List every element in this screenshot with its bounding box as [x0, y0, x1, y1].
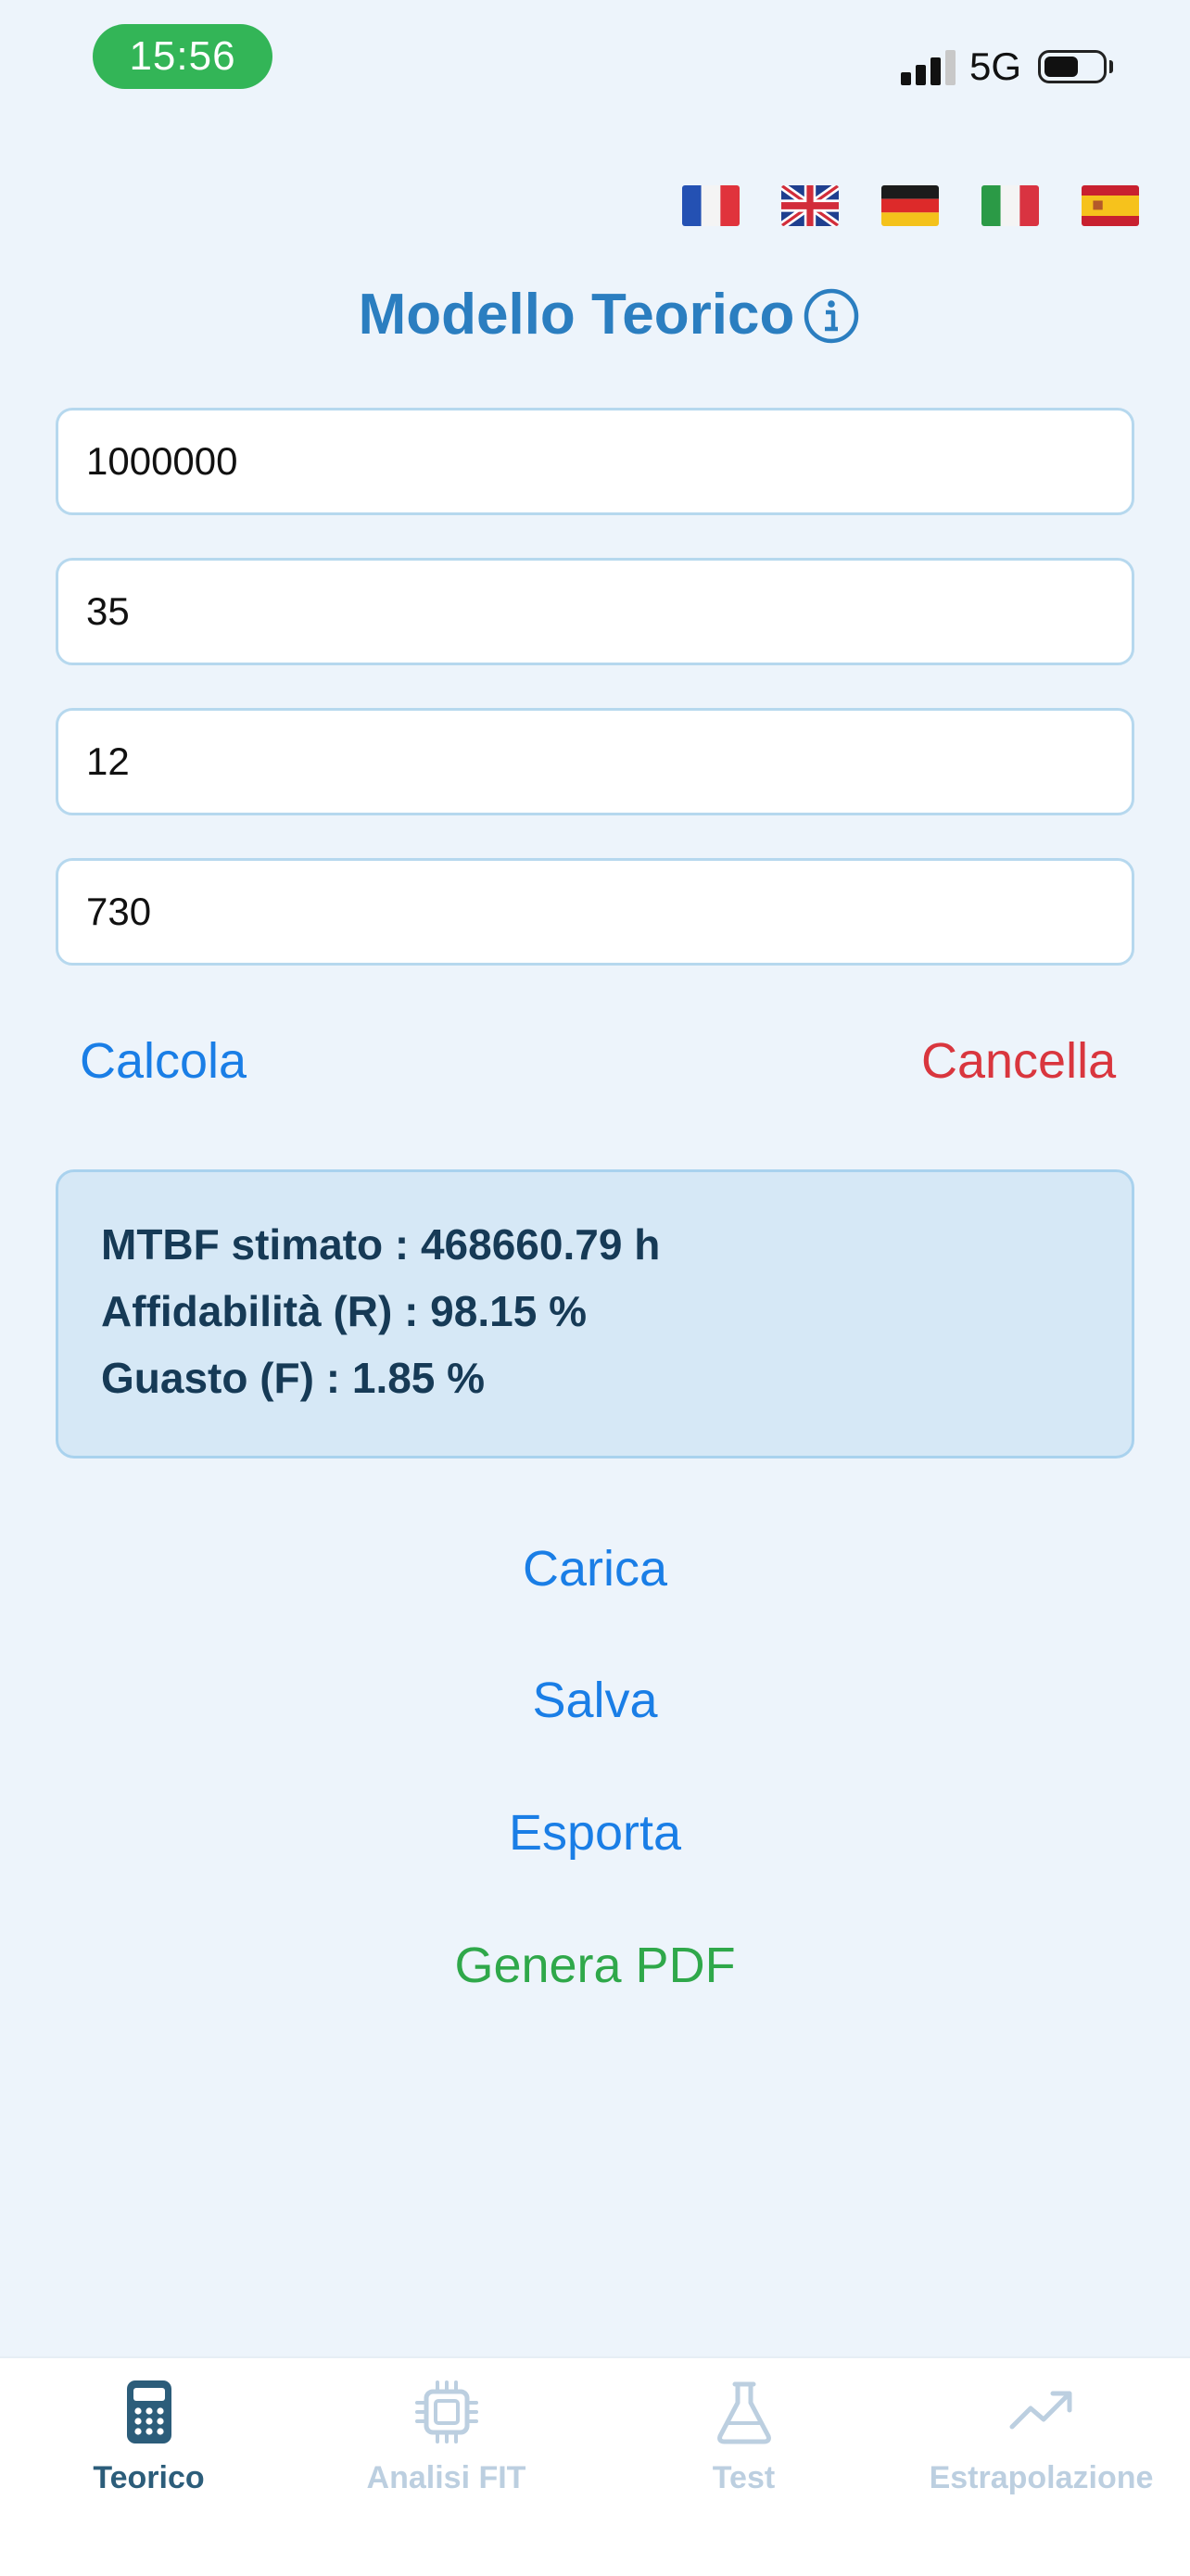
- tab-teorico[interactable]: Teorico: [0, 2358, 298, 2516]
- input-field-3[interactable]: [56, 708, 1134, 815]
- save-button[interactable]: Salva: [532, 1668, 657, 1733]
- tab-label: Teorico: [93, 2460, 205, 2495]
- signal-icon: [901, 48, 956, 85]
- flag-spain-icon[interactable]: [1082, 185, 1139, 226]
- tab-analisi-fit[interactable]: Analisi FIT: [298, 2358, 595, 2516]
- network-type: 5G: [969, 44, 1022, 88]
- generate-pdf-button[interactable]: Genera PDF: [454, 1933, 735, 1998]
- reliability-result: Affidabilità (R) : 98.15 %: [101, 1287, 587, 1335]
- tab-bar: Teorico Analisi FIT Test Estrapolazione: [0, 2356, 1190, 2576]
- info-circle-icon[interactable]: [803, 287, 860, 345]
- save-row: Salva: [0, 1668, 1190, 1733]
- pdf-row: Genera PDF: [0, 1933, 1190, 1998]
- mtbf-result: MTBF stimato : 468660.79 h: [101, 1220, 661, 1269]
- tab-test[interactable]: Test: [595, 2358, 892, 2516]
- flag-france-icon[interactable]: [682, 185, 740, 226]
- trend-up-icon: [1008, 2379, 1075, 2445]
- tab-estrapolazione[interactable]: Estrapolazione: [892, 2358, 1190, 2516]
- chip-icon: [413, 2379, 480, 2445]
- flag-germany-icon[interactable]: [881, 185, 939, 226]
- tab-label: Estrapolazione: [929, 2460, 1154, 2495]
- calculator-icon: [116, 2379, 183, 2445]
- results-panel: MTBF stimato : 468660.79 h Affidabilità …: [56, 1169, 1134, 1458]
- page-header: Modello Teorico: [0, 278, 1190, 352]
- status-time: 15:56: [93, 24, 272, 89]
- tab-label: Test: [712, 2460, 776, 2495]
- calculate-button[interactable]: Calcola: [80, 1029, 247, 1093]
- battery-tip: [1109, 60, 1113, 73]
- battery-icon: [1038, 50, 1107, 83]
- input-field-1[interactable]: [56, 408, 1134, 515]
- input-field-4[interactable]: [56, 858, 1134, 966]
- load-button[interactable]: Carica: [523, 1536, 667, 1601]
- flask-icon: [711, 2379, 778, 2445]
- failure-result: Guasto (F) : 1.85 %: [101, 1354, 486, 1402]
- clear-button[interactable]: Cancella: [921, 1029, 1116, 1093]
- export-row: Esporta: [0, 1800, 1190, 1865]
- page-title: Modello Teorico: [358, 283, 795, 347]
- tab-label: Analisi FIT: [366, 2460, 526, 2495]
- export-button[interactable]: Esporta: [509, 1800, 681, 1865]
- input-field-2[interactable]: [56, 558, 1134, 665]
- load-row: Carica: [0, 1536, 1190, 1601]
- flag-italy-icon[interactable]: [981, 185, 1039, 226]
- flag-uk-icon[interactable]: [781, 185, 839, 226]
